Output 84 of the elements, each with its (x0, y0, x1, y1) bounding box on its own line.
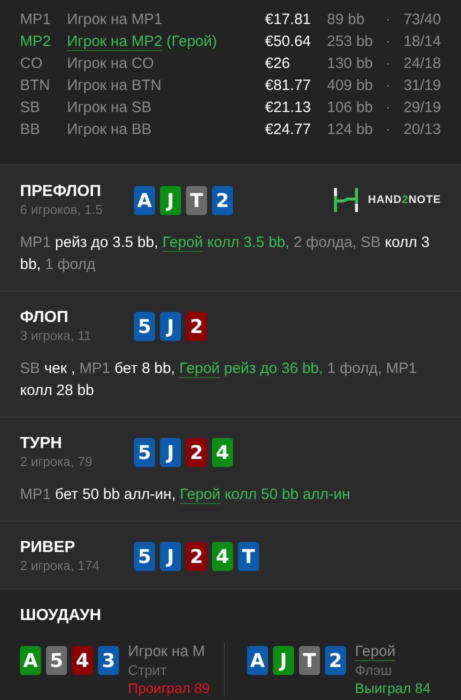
showdown-title: ШОУДАУН (20, 606, 102, 626)
playing-card: J (160, 186, 181, 215)
playing-card: A (20, 646, 41, 675)
player-position: BB (20, 120, 42, 138)
hero-label: (Герой) (166, 32, 217, 50)
result-text: Выиграл 84 (355, 679, 431, 697)
playing-card: 5 (134, 438, 155, 467)
player-name[interactable]: Игрок на SB (67, 98, 152, 116)
player-position: CO (20, 54, 44, 72)
action-line: MP1 рейз до 3.5 bb, Герой колл 3.5 bb, 2 фолда, SB колл 3 bb, 1 фолд (20, 233, 431, 275)
separator-dot: · (384, 76, 392, 94)
playing-card: 2 (325, 646, 346, 675)
street-title: РИВЕР (20, 538, 76, 558)
playing-card: J (273, 646, 294, 675)
playing-card: J (160, 542, 181, 571)
playing-card: T (186, 186, 207, 215)
playing-card: 2 (212, 186, 233, 215)
player-name[interactable]: Игрок на MP1 (67, 10, 162, 28)
separator-dot: · (384, 120, 392, 138)
player-name[interactable]: Игрок на BTN (67, 76, 162, 94)
action-line: MP1 бет 50 bb алл-ин, Герой колл 50 bb алл-ин (20, 485, 352, 505)
player-bb: 130 bb (327, 54, 374, 72)
separator-dot: · (384, 10, 392, 28)
hero-link[interactable]: Герой (179, 360, 220, 377)
player-bb: 124 bb (327, 120, 374, 138)
playing-card: 5 (134, 312, 155, 341)
playing-card: J (160, 312, 181, 341)
result-text: Проиграл 89 (128, 679, 210, 697)
player-stack: €24.77 (265, 120, 312, 138)
hero-link[interactable]: Герой (180, 486, 220, 503)
separator-dot: · (384, 54, 392, 72)
playing-card: 2 (186, 312, 207, 341)
playing-card: 2 (186, 438, 207, 467)
playing-card: 4 (72, 646, 93, 675)
player-position: MP1 (20, 10, 52, 28)
playing-card: 5 (134, 542, 155, 571)
street-title: ПРЕФЛОП (20, 182, 102, 202)
player-stats: 29/19 (402, 98, 441, 116)
playing-card: J (160, 438, 181, 467)
player-bb: 409 bb (327, 76, 374, 94)
player-stack: €17.81 (265, 10, 312, 28)
playing-card: A (134, 186, 155, 215)
player-stack: €21.13 (265, 98, 312, 116)
hand-type: Флэш (355, 661, 393, 679)
playing-card: 5 (46, 646, 67, 675)
logo-icon (334, 188, 358, 212)
street-title: ФЛОП (20, 308, 68, 328)
player-stats: 20/13 (402, 120, 441, 138)
street-title: ТУРН (20, 434, 62, 454)
player-stack: €50.64 (265, 32, 312, 50)
playing-card: 3 (98, 646, 119, 675)
player-stats: 73/40 (402, 10, 441, 28)
separator-dot: · (384, 32, 392, 50)
action-line: SB чек , MP1 бет 8 bb, Герой рейз до 36 bb, 1 фолд, MP1 колл 28 bb (20, 359, 418, 401)
street-info: 2 игрока, 79 (20, 454, 94, 470)
player-position: SB (20, 98, 42, 116)
player-name[interactable]: Игрок на MP2 (67, 32, 162, 50)
playing-card: T (299, 646, 320, 675)
street-info: 3 игрока, 11 (20, 328, 92, 344)
player-bb: 253 bb (327, 32, 374, 50)
player-stack: €26 (265, 54, 292, 72)
player-name[interactable]: Игрок на CO (67, 54, 154, 72)
separator-dot: · (384, 98, 392, 116)
player-stack: €81.77 (265, 76, 312, 94)
player-stats: 31/19 (402, 76, 441, 94)
playing-card: 4 (212, 542, 233, 571)
player-position: MP2 (20, 32, 52, 50)
hero-link[interactable]: Герой (162, 234, 203, 251)
player-name[interactable]: Игрок на M (128, 643, 205, 660)
player-bb: 106 bb (327, 98, 374, 116)
logo-text: HAND2NOTE (368, 194, 441, 206)
player-stats: 18/14 (402, 32, 441, 50)
player-position: BTN (20, 76, 51, 94)
player-stats: 24/18 (402, 54, 441, 72)
playing-card: T (238, 542, 259, 571)
player-name[interactable]: Герой (355, 643, 396, 660)
playing-card: A (247, 646, 268, 675)
street-info: 2 игрока, 174 (20, 558, 100, 574)
playing-card: 2 (186, 542, 207, 571)
player-bb: 89 bb (327, 10, 366, 28)
playing-card: 4 (212, 438, 233, 467)
player-name[interactable]: Игрок на BB (67, 120, 152, 138)
hand-type: Стрит (128, 661, 168, 679)
street-info: 6 игроков, 1.5 (20, 202, 104, 218)
